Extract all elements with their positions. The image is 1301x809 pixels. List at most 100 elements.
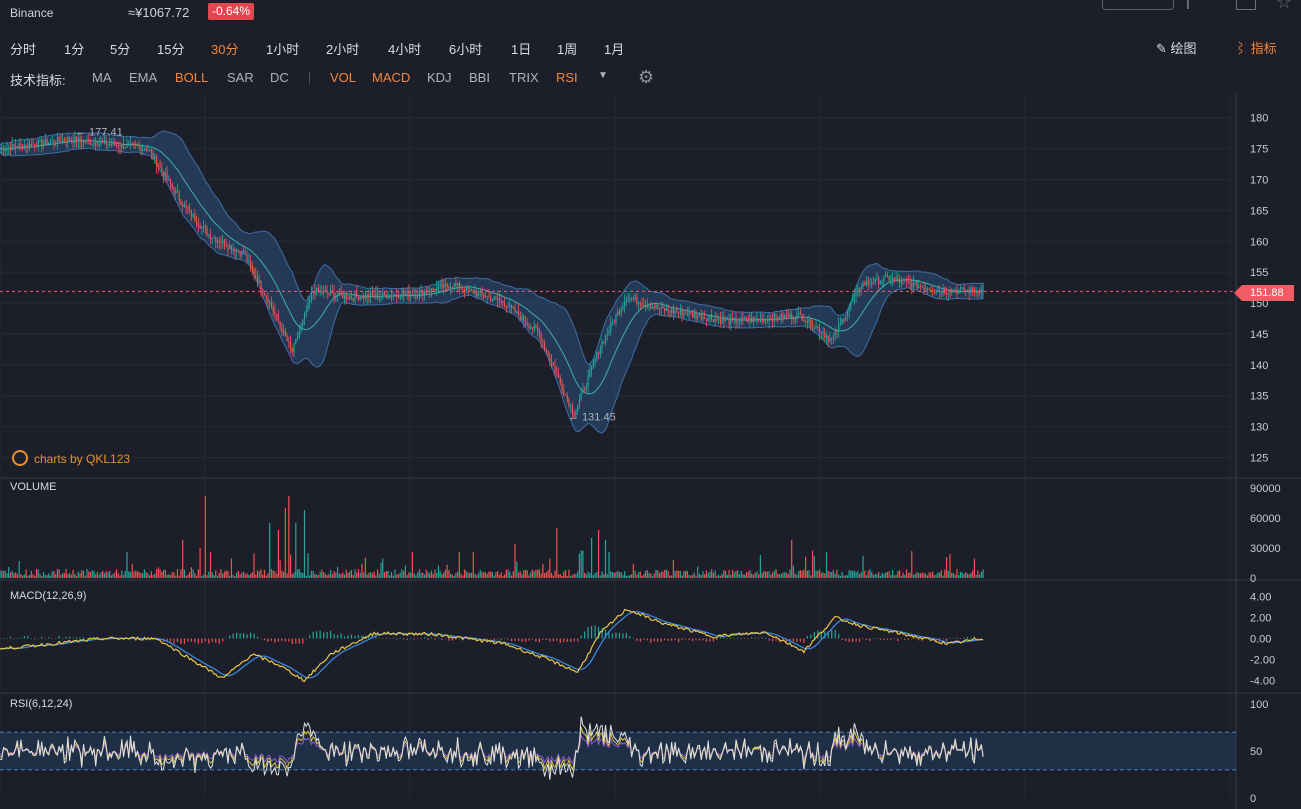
macd-histogram-bar xyxy=(751,637,753,639)
volume-bar xyxy=(594,572,596,578)
timeframe-4[interactable]: 30分 xyxy=(211,39,238,58)
volume-bar xyxy=(225,570,227,578)
rsi-tick-label: 50 xyxy=(1250,746,1262,758)
expand-icon[interactable] xyxy=(1236,0,1256,10)
candle-body xyxy=(570,405,572,407)
candle-body xyxy=(601,342,603,348)
candle-body xyxy=(35,146,38,148)
volume-bar xyxy=(142,573,144,578)
chevron-down-icon[interactable]: ▼ xyxy=(598,70,608,81)
candle-body xyxy=(342,294,344,299)
indicator-kdj[interactable]: KDJ xyxy=(427,70,452,85)
volume-bar xyxy=(942,575,944,578)
indicator-bbi[interactable]: BBI xyxy=(469,70,490,85)
volume-bar xyxy=(232,574,234,578)
chart-area[interactable]: 125130135140145150155160165170175180← 17… xyxy=(0,93,1301,809)
indicator-ema[interactable]: EMA xyxy=(129,70,157,85)
candle-body xyxy=(48,142,50,145)
top-right-pill[interactable] xyxy=(1102,0,1174,10)
timeframe-3[interactable]: 15分 xyxy=(157,39,184,58)
candle-body xyxy=(531,327,534,329)
candle-body xyxy=(549,355,551,361)
volume-bar xyxy=(937,572,939,578)
volume-bar xyxy=(848,570,850,578)
macd-histogram-bar xyxy=(966,637,969,639)
volume-bar xyxy=(444,569,447,578)
macd-histogram-bar xyxy=(500,638,502,641)
volume-bar xyxy=(204,496,206,578)
candle-body xyxy=(216,240,219,243)
volume-bar xyxy=(249,573,252,578)
volume-bar xyxy=(695,575,697,578)
volume-bar xyxy=(949,553,951,578)
volume-bar xyxy=(818,569,821,578)
indicator-dc[interactable]: DC xyxy=(270,70,289,85)
timeframe-0[interactable]: 分时 xyxy=(10,39,36,58)
volume-bar xyxy=(389,575,391,578)
star-icon[interactable]: ☆ xyxy=(1276,0,1292,13)
candle-body xyxy=(488,296,490,298)
volume-bar xyxy=(274,571,276,578)
volume-bar xyxy=(283,571,285,578)
volume-bar xyxy=(410,572,412,578)
macd-histogram-bar xyxy=(845,638,847,641)
candle-body xyxy=(824,333,826,338)
indicator-vol[interactable]: VOL xyxy=(330,70,356,85)
indicator-sar[interactable]: SAR xyxy=(227,70,254,85)
timeframe-7[interactable]: 4小时 xyxy=(388,39,421,58)
candle-body xyxy=(716,318,718,320)
timeframe-bar: ✎ 绘图 ⌇ 指标 分时 1分 5分 15分 30分 1小时 2小时 4小时 6小时 1日 1周 1月 xyxy=(0,33,1301,61)
timeframe-2[interactable]: 5分 xyxy=(110,39,130,58)
candle-body xyxy=(281,326,283,333)
macd-histogram-bar xyxy=(229,635,231,639)
macd-histogram-bar xyxy=(886,638,888,640)
indicator-rsi[interactable]: RSI xyxy=(556,70,578,85)
candle-body xyxy=(888,276,890,281)
volume-bar xyxy=(549,558,551,578)
volume-bar xyxy=(693,572,695,578)
timeframe-8[interactable]: 6小时 xyxy=(449,39,482,58)
volume-bar xyxy=(429,573,431,578)
candle-body xyxy=(925,288,927,290)
volume-bar xyxy=(698,573,701,578)
timeframe-10[interactable]: 1周 xyxy=(557,39,577,58)
timeframe-11[interactable]: 1月 xyxy=(604,39,624,58)
indicator-trix[interactable]: TRIX xyxy=(509,70,539,85)
volume-bar xyxy=(761,572,763,578)
volume-bar xyxy=(293,572,295,578)
timeframe-1[interactable]: 1分 xyxy=(64,39,84,58)
draw-button[interactable]: ✎ 绘图 xyxy=(1156,38,1197,57)
macd-histogram-bar xyxy=(260,638,262,640)
candle-body xyxy=(328,293,330,294)
volume-bar xyxy=(147,572,149,578)
timeframe-9[interactable]: 1日 xyxy=(511,39,531,58)
candle-body xyxy=(700,314,702,320)
volume-bar xyxy=(277,530,279,578)
volume-bar xyxy=(321,569,323,578)
volume-bar xyxy=(448,570,450,578)
indicator-macd[interactable]: MACD xyxy=(372,70,410,85)
indicator-button[interactable]: ⌇ 指标 xyxy=(1234,38,1277,57)
macd-histogram-bar xyxy=(862,638,864,640)
macd-histogram-bar xyxy=(622,633,624,639)
volume-bar xyxy=(312,570,314,578)
indicator-boll[interactable]: BOLL xyxy=(175,70,208,85)
candle-body xyxy=(417,296,419,298)
volume-bar xyxy=(237,570,239,578)
candle-body xyxy=(691,313,694,317)
candle-body xyxy=(667,308,669,311)
timeframe-6[interactable]: 2小时 xyxy=(326,39,359,58)
indicator-ma[interactable]: MA xyxy=(92,70,112,85)
macd-histogram-bar xyxy=(399,637,401,639)
volume-bar xyxy=(13,572,15,578)
volume-bar xyxy=(806,570,808,578)
candle-body xyxy=(269,302,271,304)
candle-body xyxy=(805,321,807,323)
volume-bar xyxy=(744,574,746,578)
macd-histogram-bar xyxy=(430,637,433,639)
candle-body xyxy=(215,237,217,243)
volume-bar xyxy=(538,569,540,578)
timeframe-5[interactable]: 1小时 xyxy=(266,39,299,58)
volume-bar xyxy=(427,571,429,578)
gear-icon[interactable]: ⚙ xyxy=(638,67,654,88)
